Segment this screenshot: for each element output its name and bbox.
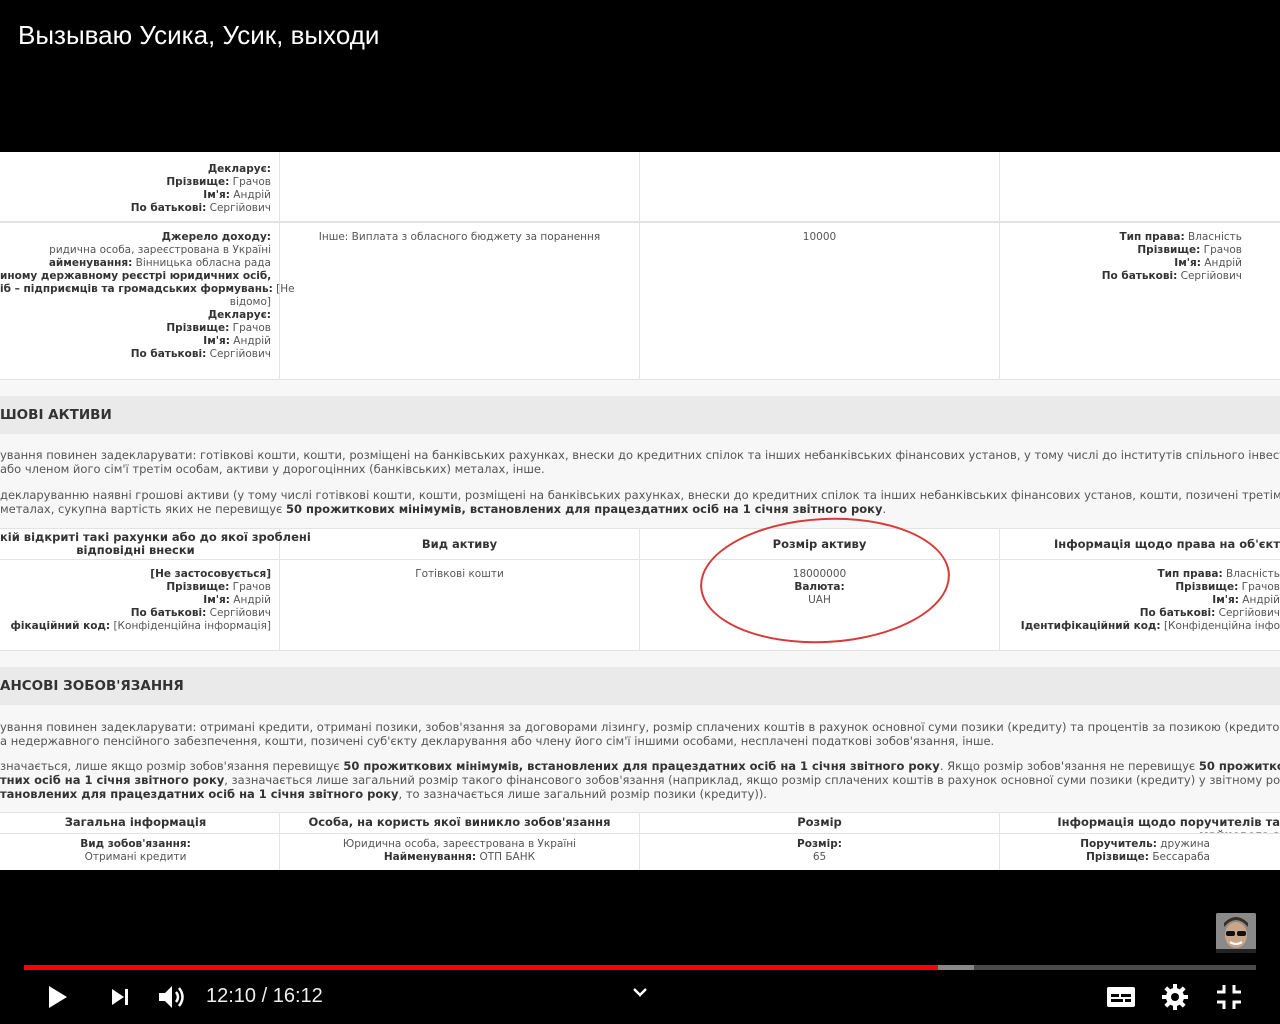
gear-icon bbox=[1162, 984, 1188, 1010]
table-row: Вид зобов'язання: Отримані кредити Юриди… bbox=[0, 833, 1280, 870]
volume-button[interactable] bbox=[154, 980, 190, 1014]
next-button[interactable] bbox=[104, 980, 136, 1014]
table-header: Загальна інформація Особа, на користь як… bbox=[0, 812, 1280, 842]
rights-cell: Тип права: Власність Прізвище: Грачов Ім'я… bbox=[1101, 231, 1242, 282]
chevron-down-icon bbox=[633, 988, 647, 997]
income-amount-cell: 10000 bbox=[640, 223, 1000, 379]
play-button[interactable] bbox=[40, 980, 76, 1014]
income-source-cell: Джерело доходу: ридична особа, зареєстров… bbox=[0, 223, 295, 379]
duration: 16:12 bbox=[272, 985, 323, 1007]
current-time: 12:10 bbox=[206, 985, 257, 1007]
section-title-liabilities: АНСОВІ ЗОБОВ'ЯЗАННЯ bbox=[0, 667, 1280, 705]
rights-cell: Тип права: Власність Прізвище: Грачов Ім'я… bbox=[1020, 568, 1280, 632]
video-title: Вызываю Усика, Усик, выходи bbox=[18, 20, 380, 50]
exit-fullscreen-icon bbox=[1217, 985, 1241, 1009]
section-title-cash: ШОВІ АКТИВИ bbox=[0, 396, 1280, 434]
liabilities-description: ування повинен задекларувати: отримані к… bbox=[0, 720, 1280, 748]
play-icon bbox=[49, 986, 67, 1008]
declarant-cell: Декларує: Прізвище: Грачов Ім'я: Андрій … bbox=[0, 152, 280, 221]
volume-icon bbox=[159, 986, 184, 1008]
table-row: Декларує: Прізвище: Грачов Ім'я: Андрій … bbox=[0, 152, 1280, 222]
progress-bar[interactable] bbox=[24, 965, 1256, 970]
subtitles-icon bbox=[1107, 987, 1135, 1007]
table-row: Джерело доходу: ридична особа, зареєстров… bbox=[0, 222, 1280, 380]
liabilities-note: значається, лише якщо розмір зобов'язанн… bbox=[0, 759, 1280, 801]
progress-played bbox=[24, 965, 938, 970]
bank-cell: [Не застосовується] Прізвище: Грачов Ім'я… bbox=[0, 560, 280, 650]
table-header: кій відкриті такі рахунки або до якої зр… bbox=[0, 528, 1280, 560]
channel-avatar[interactable] bbox=[1216, 913, 1256, 953]
time-display: 12:10 / 16:12 bbox=[206, 985, 323, 1007]
chevron-down-button[interactable] bbox=[628, 982, 652, 1002]
video-frame[interactable]: Декларує: Прізвище: Грачов Ім'я: Андрій … bbox=[0, 152, 1280, 870]
cash-description: ування повинен задекларувати: готівкові … bbox=[0, 448, 1280, 476]
subtitles-button[interactable] bbox=[1104, 980, 1138, 1014]
exit-fullscreen-button[interactable] bbox=[1212, 980, 1246, 1014]
cash-note: декларуванню наявні грошові активи (у то… bbox=[0, 488, 1280, 516]
settings-button[interactable] bbox=[1158, 980, 1192, 1014]
table-row: [Не застосовується] Прізвище: Грачов Ім'я… bbox=[0, 559, 1280, 651]
next-icon bbox=[112, 989, 128, 1005]
asset-type-cell: Готівкові кошти bbox=[280, 560, 640, 650]
income-type-cell: Інше: Виплата з обласного бюджету за пор… bbox=[280, 223, 640, 379]
